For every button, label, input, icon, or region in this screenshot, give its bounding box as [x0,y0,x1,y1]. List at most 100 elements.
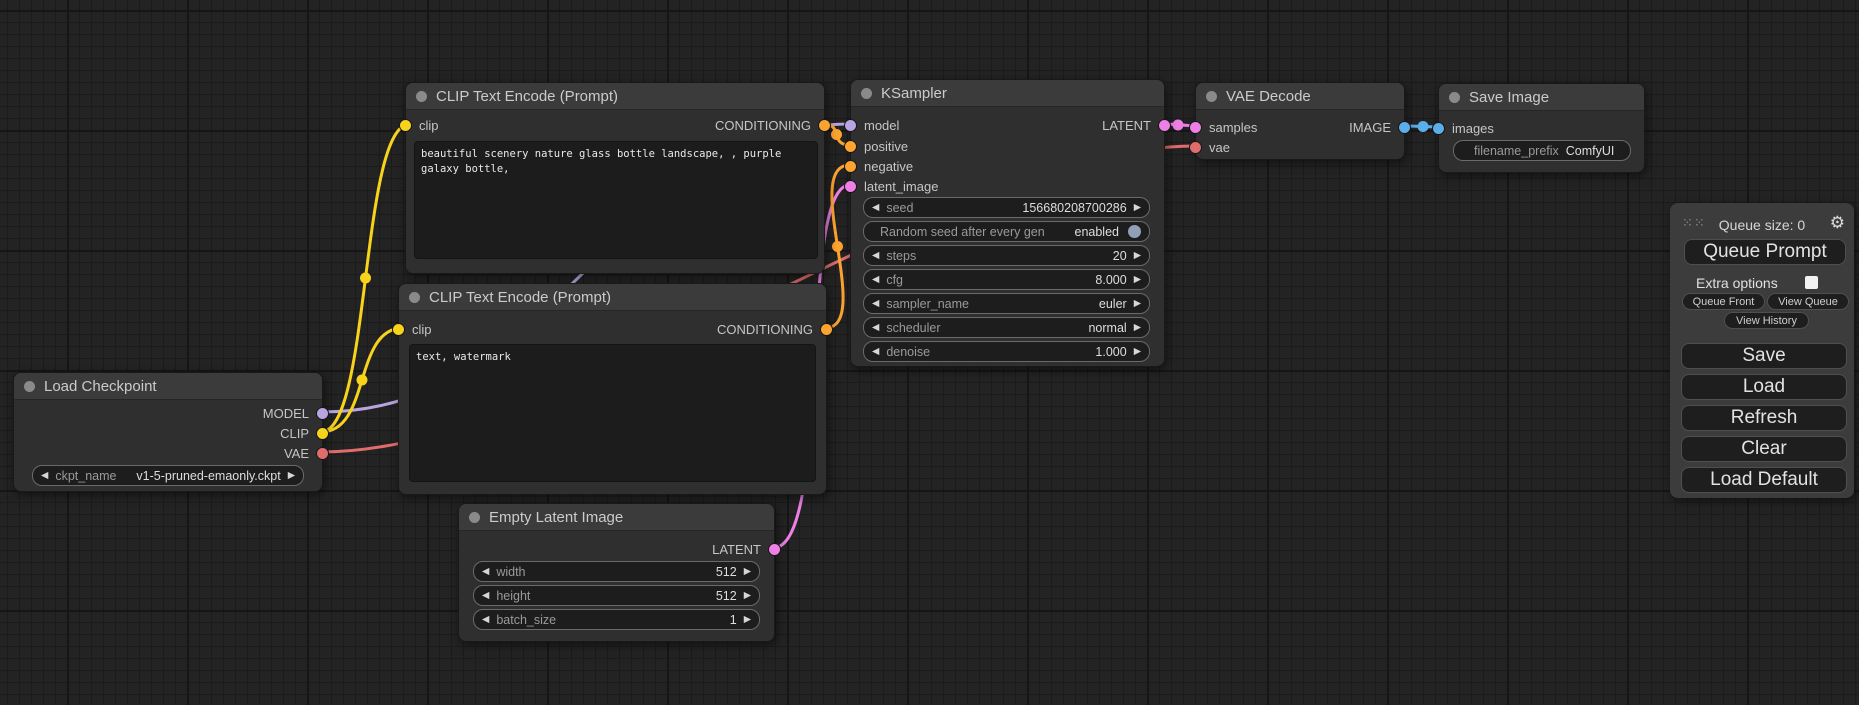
node-load-checkpoint[interactable]: Load Checkpoint MODEL CLIP VAE ◀ ckpt_na… [13,372,323,492]
widget-cfg[interactable]: ◀ cfg 8.000 ▶ [863,269,1150,290]
increment-arrow-icon[interactable]: ▶ [1134,275,1141,285]
output-label-conditioning: CONDITIONING [715,118,811,133]
load-default-button[interactable]: Load Default [1681,467,1847,493]
images-input-port[interactable] [1433,123,1444,134]
refresh-button[interactable]: Refresh [1681,405,1847,431]
load-button[interactable]: Load [1681,374,1847,400]
node-clip-text-encode-negative[interactable]: CLIP Text Encode (Prompt) clip CONDITION… [398,283,827,495]
widget-steps[interactable]: ◀ steps 20 ▶ [863,245,1150,266]
node-graph-canvas[interactable]: Load Checkpoint MODEL CLIP VAE ◀ ckpt_na… [0,0,1859,705]
wire-dot [1173,120,1184,131]
prompt-textarea[interactable]: beautiful scenery nature glass bottle la… [414,141,818,259]
collapse-dot-icon[interactable] [861,88,872,99]
widget-label: cfg [886,273,903,287]
widget-value: ComfyUI [1566,144,1615,158]
widget-label: seed [886,201,913,215]
view-queue-button[interactable]: View Queue [1767,293,1849,310]
collapse-dot-icon[interactable] [1206,91,1217,102]
node-title-bar[interactable]: VAE Decode [1196,83,1404,110]
image-output-port[interactable] [1399,122,1410,133]
next-value-arrow-icon[interactable]: ▶ [1134,299,1141,309]
settings-gear-icon[interactable]: ⚙ [1830,214,1845,231]
conditioning-output-port[interactable] [821,324,832,335]
increment-arrow-icon[interactable]: ▶ [1134,347,1141,357]
decrement-arrow-icon[interactable]: ◀ [872,251,879,261]
clip-input-port[interactable] [393,324,404,335]
node-title-bar[interactable]: CLIP Text Encode (Prompt) [406,83,824,110]
widget-sampler-name[interactable]: ◀ sampler_name euler ▶ [863,293,1150,314]
latent-output-port[interactable] [1159,120,1170,131]
queue-prompt-button[interactable]: Queue Prompt [1684,239,1846,265]
decrement-arrow-icon[interactable]: ◀ [482,615,489,625]
node-title-bar[interactable]: Empty Latent Image [459,504,774,531]
widget-filename-prefix[interactable]: filename_prefix ComfyUI [1453,140,1631,161]
node-clip-text-encode-positive[interactable]: CLIP Text Encode (Prompt) clip CONDITION… [405,82,825,274]
save-button[interactable]: Save [1681,343,1847,369]
prev-value-arrow-icon[interactable]: ◀ [872,299,879,309]
decrement-arrow-icon[interactable]: ◀ [872,203,879,213]
queue-panel: ⁙⁙ Queue size: 0 ⚙ Queue Prompt Extra op… [1670,203,1854,498]
port-row: negative [851,156,1164,176]
widget-height[interactable]: ◀ height 512 ▶ [473,585,760,606]
widget-scheduler[interactable]: ◀ scheduler normal ▶ [863,317,1150,338]
increment-arrow-icon[interactable]: ▶ [744,615,751,625]
prev-value-arrow-icon[interactable]: ◀ [41,471,48,481]
view-history-button[interactable]: View History [1724,312,1809,329]
widget-width[interactable]: ◀ width 512 ▶ [473,561,760,582]
extra-options-checkbox[interactable] [1805,276,1818,289]
queue-front-button[interactable]: Queue Front [1682,293,1765,310]
widget-ckpt-name[interactable]: ◀ ckpt_name v1-5-pruned-emaonly.ckpt ▶ [32,465,304,486]
collapse-dot-icon[interactable] [409,292,420,303]
node-title-bar[interactable]: Load Checkpoint [14,373,322,400]
next-value-arrow-icon[interactable]: ▶ [288,471,295,481]
node-empty-latent-image[interactable]: Empty Latent Image LATENT ◀ width 512 ▶ … [458,503,775,642]
samples-input-port[interactable] [1190,122,1201,133]
node-title-label: Load Checkpoint [44,378,157,395]
latent-output-port[interactable] [769,544,780,555]
negative-input-port[interactable] [845,161,856,172]
port-row: MODEL [14,403,322,423]
widget-value: normal [1088,321,1126,335]
wire-dot [357,375,368,386]
collapse-dot-icon[interactable] [469,512,480,523]
collapse-dot-icon[interactable] [416,91,427,102]
output-label-model: MODEL [263,406,309,421]
widget-value: 8.000 [1095,273,1126,287]
decrement-arrow-icon[interactable]: ◀ [482,591,489,601]
decrement-arrow-icon[interactable]: ◀ [482,567,489,577]
vae-input-port[interactable] [1190,142,1201,153]
decrement-arrow-icon[interactable]: ◀ [872,347,879,357]
increment-arrow-icon[interactable]: ▶ [1134,203,1141,213]
node-title-bar[interactable]: Save Image [1439,84,1644,111]
node-title-bar[interactable]: KSampler [851,80,1164,107]
increment-arrow-icon[interactable]: ▶ [744,567,751,577]
prev-value-arrow-icon[interactable]: ◀ [872,323,879,333]
collapse-dot-icon[interactable] [1449,92,1460,103]
node-title-bar[interactable]: CLIP Text Encode (Prompt) [399,284,826,311]
increment-arrow-icon[interactable]: ▶ [744,591,751,601]
port-row: latent_image [851,176,1164,196]
widget-batch-size[interactable]: ◀ batch_size 1 ▶ [473,609,760,630]
collapse-dot-icon[interactable] [24,381,35,392]
node-ksampler[interactable]: KSampler model LATENT positive negative … [850,79,1165,367]
clip-input-port[interactable] [400,120,411,131]
node-save-image[interactable]: Save Image images filename_prefix ComfyU… [1438,83,1645,173]
conditioning-output-port[interactable] [819,120,830,131]
model-output-port[interactable] [317,408,328,419]
widget-seed[interactable]: ◀ seed 156680208700286 ▶ [863,197,1150,218]
vae-output-port[interactable] [317,448,328,459]
latent-image-input-port[interactable] [845,181,856,192]
widget-random-seed-toggle[interactable]: Random seed after every gen enabled [863,221,1150,242]
prompt-textarea[interactable]: text, watermark [409,344,816,482]
model-input-port[interactable] [845,120,856,131]
next-value-arrow-icon[interactable]: ▶ [1134,323,1141,333]
increment-arrow-icon[interactable]: ▶ [1134,251,1141,261]
node-vae-decode[interactable]: VAE Decode samples IMAGE vae [1195,82,1405,160]
clear-button[interactable]: Clear [1681,436,1847,462]
toggle-icon[interactable] [1128,225,1141,238]
input-label-vae: vae [1209,140,1230,155]
widget-denoise[interactable]: ◀ denoise 1.000 ▶ [863,341,1150,362]
clip-output-port[interactable] [317,428,328,439]
decrement-arrow-icon[interactable]: ◀ [872,275,879,285]
positive-input-port[interactable] [845,141,856,152]
